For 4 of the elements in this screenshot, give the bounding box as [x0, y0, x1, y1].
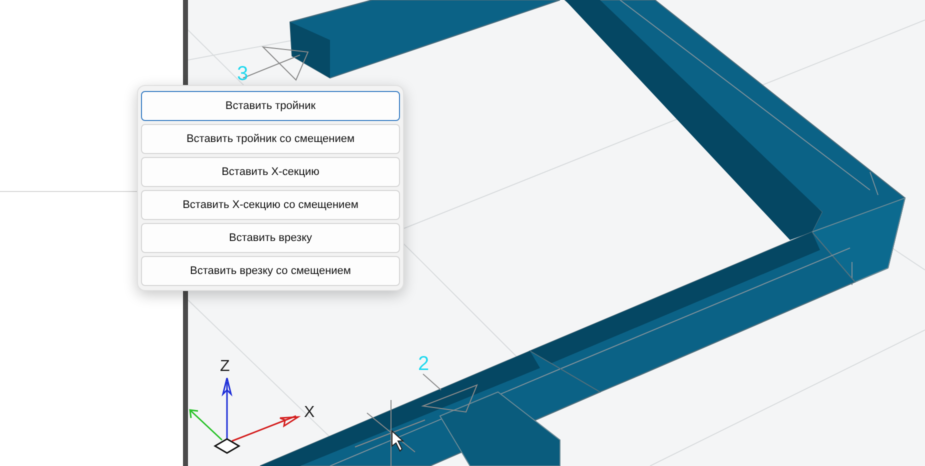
marker-label: 2: [418, 353, 430, 375]
axis-label: X: [304, 404, 315, 421]
marker-label: 3: [237, 63, 248, 85]
axis-label: Z: [220, 358, 230, 375]
